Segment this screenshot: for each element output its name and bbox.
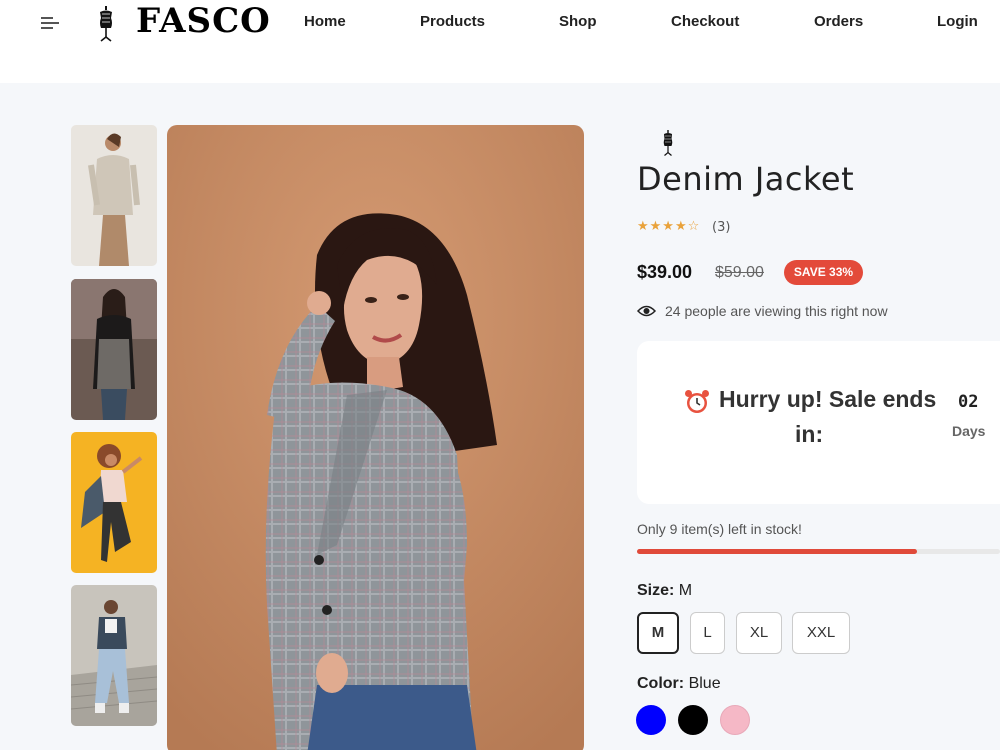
sale-ends-text: Hurry up! Sale ends: [719, 386, 937, 412]
main-product-image[interactable]: [167, 125, 584, 750]
selected-size: M: [678, 582, 693, 599]
logo-text[interactable]: FASCO: [136, 0, 271, 42]
nav-orders[interactable]: Orders: [814, 13, 863, 30]
review-count[interactable]: (3): [712, 220, 730, 235]
nav-home[interactable]: Home: [304, 13, 346, 30]
color-label: Color: Blue: [637, 675, 721, 692]
countdown-days-value: 02: [958, 392, 979, 412]
thumbnail-2[interactable]: [71, 279, 157, 420]
nav-shop[interactable]: Shop: [559, 13, 597, 30]
nav-products[interactable]: Products: [420, 13, 485, 30]
thumbnail-3[interactable]: [71, 432, 157, 573]
thumbnail-1[interactable]: [71, 125, 157, 266]
thumbnail-4[interactable]: [71, 585, 157, 726]
header: FASCO Home Products Shop Checkout Orders…: [0, 0, 1000, 83]
color-swatch-blue[interactable]: [636, 705, 666, 735]
rating-stars: ★★★★☆: [637, 219, 701, 234]
sale-ends-text-cont: in:: [795, 421, 824, 447]
current-price: $39.00: [637, 262, 693, 282]
color-swatch-pink[interactable]: [720, 705, 750, 735]
product-title: Denim Jacket: [637, 160, 855, 198]
size-option-m[interactable]: M: [637, 612, 679, 654]
stock-text: Only 9 item(s) left in stock!: [637, 521, 802, 537]
dress-form-icon: [663, 130, 673, 156]
nav-login[interactable]: Login: [937, 13, 978, 30]
size-option-xxl[interactable]: XXL: [792, 612, 850, 654]
size-option-l[interactable]: L: [690, 612, 725, 654]
selected-color: Blue: [688, 675, 721, 692]
eye-icon: [637, 305, 656, 317]
original-price: $59.00: [715, 264, 764, 281]
dress-form-icon: [100, 6, 112, 42]
viewing-count-text: 24 people are viewing this right now: [665, 303, 888, 319]
size-label: Size: M: [637, 582, 693, 599]
menu-icon[interactable]: [41, 15, 59, 29]
save-badge: SAVE 33%: [784, 260, 863, 285]
alarm-clock-icon: [685, 390, 709, 413]
countdown-days-label: Days: [952, 423, 986, 439]
color-swatch-black[interactable]: [678, 705, 708, 735]
stock-progress-fill: [637, 549, 917, 554]
stock-progress-bar: [637, 549, 1000, 554]
size-option-xl[interactable]: XL: [736, 612, 782, 654]
nav-checkout[interactable]: Checkout: [671, 13, 739, 30]
